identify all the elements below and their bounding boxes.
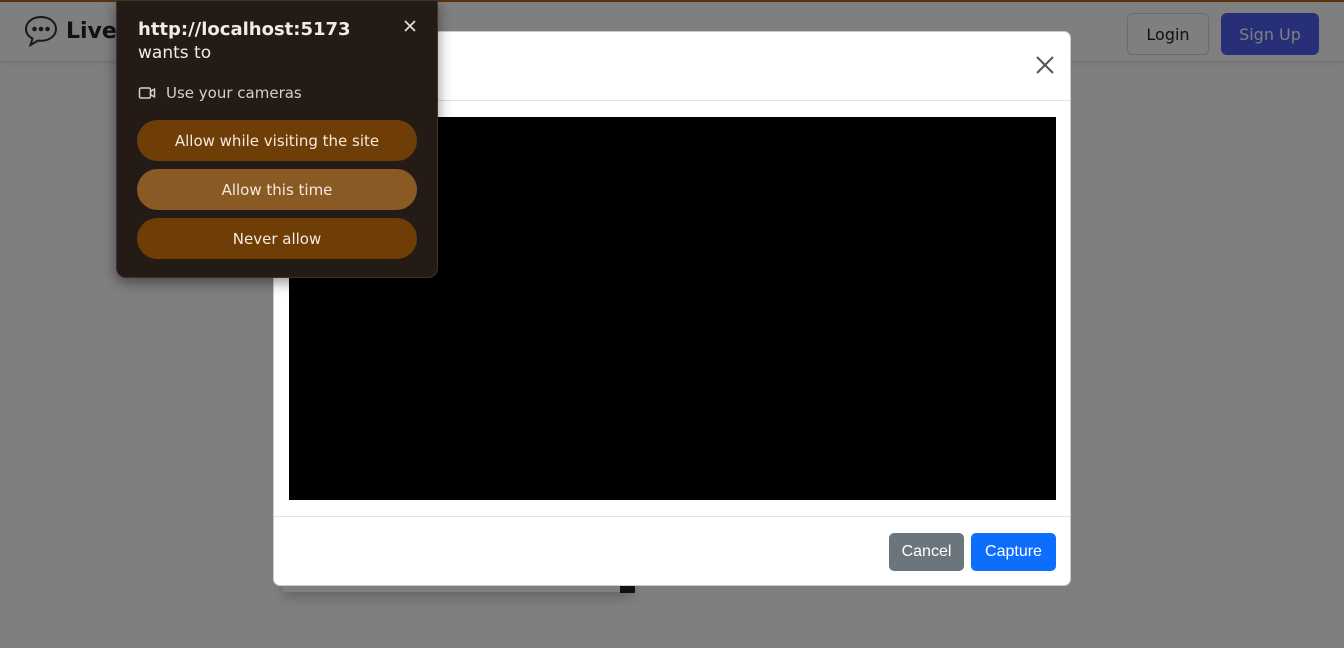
close-icon[interactable]	[401, 17, 419, 35]
capture-button[interactable]: Capture	[971, 533, 1056, 571]
camera-permission-popup: http://localhost:5173 wants to Use your …	[116, 0, 438, 278]
permission-request-text: Use your cameras	[166, 84, 302, 102]
allow-while-visiting-button[interactable]: Allow while visiting the site	[137, 120, 417, 161]
modal-footer: Cancel Capture	[274, 516, 1070, 585]
allow-this-time-button[interactable]: Allow this time	[137, 169, 417, 210]
permission-request: Use your cameras	[138, 84, 302, 102]
camera-icon	[138, 87, 156, 99]
permission-wants-to: wants to	[138, 43, 212, 63]
never-allow-button[interactable]: Never allow	[137, 218, 417, 259]
cancel-button[interactable]: Cancel	[889, 533, 964, 571]
close-icon[interactable]	[1032, 52, 1058, 78]
permission-origin: http://localhost:5173	[138, 19, 351, 40]
